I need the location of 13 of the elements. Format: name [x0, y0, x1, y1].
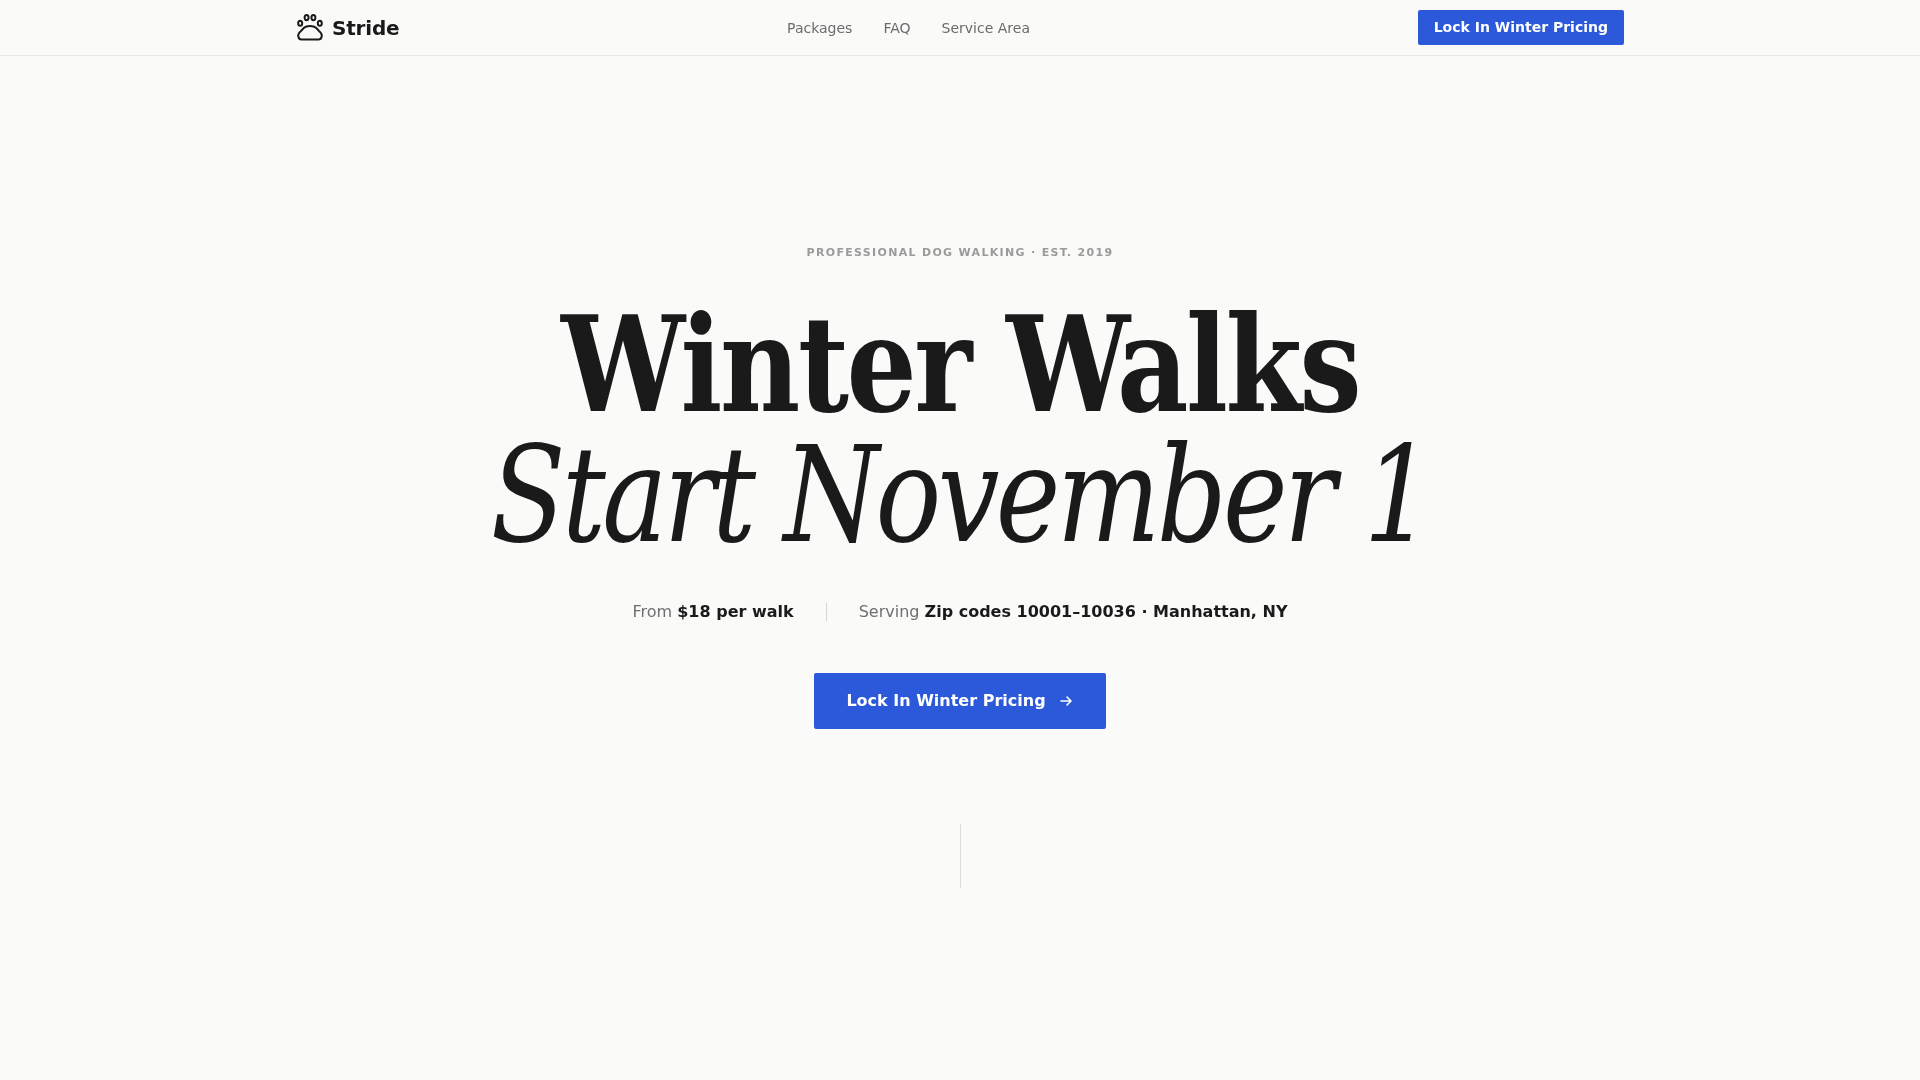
cta-button[interactable]: Lock In Winter Pricing — [1417, 10, 1624, 45]
arrow-right-icon — [1059, 696, 1072, 706]
nav-link[interactable]: Packages — [787, 17, 853, 38]
nav-link[interactable]: Service Area — [941, 17, 1030, 38]
headline-line: Start November 1 — [490, 430, 1430, 560]
paw-icon — [296, 14, 324, 41]
fact-text: From $18 per walk — [632, 601, 794, 623]
cta-button[interactable]: Lock In Winter Pricing — [814, 673, 1106, 729]
brand-name: Stride — [332, 15, 400, 40]
nav-link[interactable]: FAQ — [883, 17, 911, 38]
headline-line: Winter Walks — [560, 300, 1360, 430]
fact-text: Serving Zip codes 10001–10036 · Manhattan, NY — [858, 601, 1288, 623]
eyebrow-text: PROFESSIONAL DOG WALKING · EST. 2019 — [806, 245, 1114, 261]
